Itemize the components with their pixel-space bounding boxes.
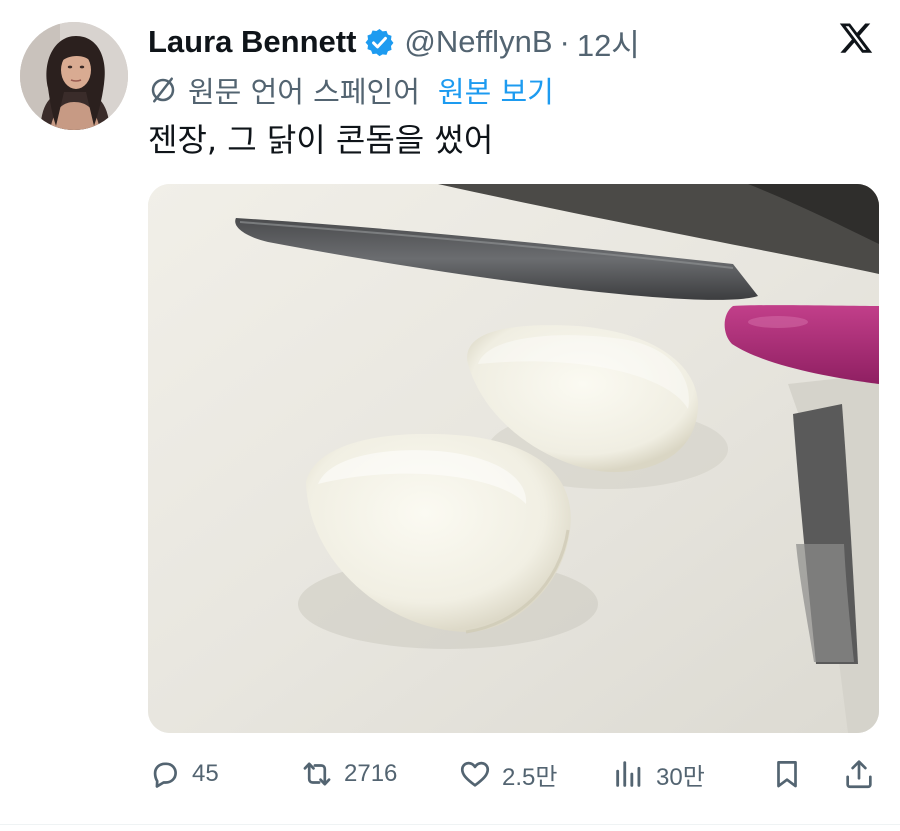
retweet-count: 2716 xyxy=(344,760,398,787)
tweet-card[interactable]: Laura Bennett @NefflynB · 12시 원문 언어 스페인어… xyxy=(0,0,900,831)
verified-badge-icon xyxy=(364,27,395,58)
retweet-icon xyxy=(303,762,331,786)
bookmark-button[interactable] xyxy=(770,748,804,800)
avatar[interactable] xyxy=(20,22,128,130)
author-handle[interactable]: @NefflynB xyxy=(404,24,552,60)
author-name[interactable]: Laura Bennett xyxy=(148,24,356,60)
bookmark-icon xyxy=(777,761,797,788)
avatar-image xyxy=(20,22,128,130)
share-button[interactable] xyxy=(842,748,876,800)
like-count: 2.5만 xyxy=(502,763,558,791)
tweet-timestamp[interactable]: 12시 xyxy=(577,20,640,65)
translate-globe-icon xyxy=(148,75,178,105)
views-icon xyxy=(616,761,641,787)
translation-bar: 원문 언어 스페인어 원본 보기 xyxy=(148,68,554,112)
egg-knife-photo xyxy=(148,184,879,733)
view-count: 30만 xyxy=(656,763,705,791)
reply-count: 45 xyxy=(192,760,219,787)
tweet-media-image[interactable] xyxy=(148,184,879,733)
tweet-header: Laura Bennett @NefflynB · 12시 xyxy=(148,20,640,64)
share-icon xyxy=(846,760,872,789)
x-logo-icon[interactable] xyxy=(838,20,874,56)
reply-button[interactable]: 45 xyxy=(148,748,219,800)
header-separator: · xyxy=(559,24,570,59)
like-button[interactable]: 2.5만 xyxy=(458,748,557,800)
bottom-divider xyxy=(0,824,900,825)
tweet-text: 젠장, 그 닭이 콘돔을 썼어 xyxy=(148,121,494,159)
views-button[interactable]: 30만 xyxy=(612,748,705,800)
retweet-button[interactable]: 2716 xyxy=(300,748,397,800)
heart-icon xyxy=(460,761,490,787)
action-bar: 45 2716 2.5만 30만 xyxy=(148,748,878,800)
translation-note: 원문 언어 스페인어 xyxy=(188,75,420,109)
reply-icon xyxy=(153,762,177,788)
show-original-link[interactable]: 원본 보기 xyxy=(438,69,554,111)
